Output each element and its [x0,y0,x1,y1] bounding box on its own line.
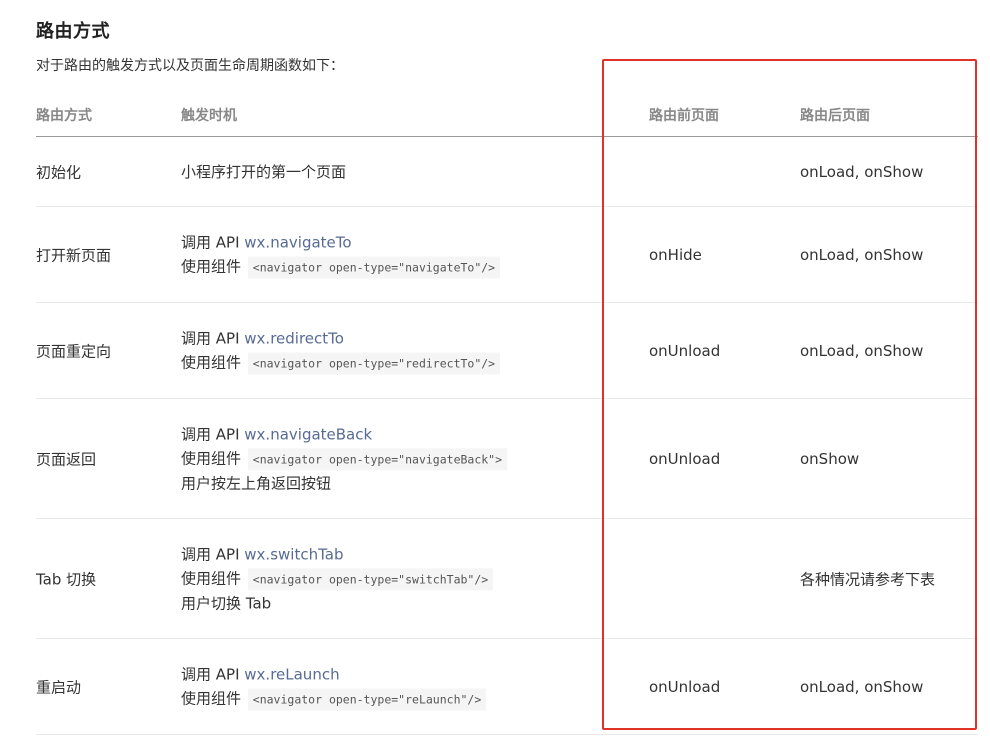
trigger-cell: 调用 API wx.redirectTo 使用组件 <navigator open… [181,326,501,376]
trigger-prefix: 使用组件 [181,353,246,372]
api-link[interactable]: wx.switchTab [244,545,343,563]
trigger-line: 使用组件 <navigator open-type="redirectTo"/> [181,351,501,376]
trigger-cell: 调用 API wx.switchTab 使用组件 <navigator open-… [181,542,494,616]
route-mode-cell: 打开新页面 [36,246,112,264]
trigger-line: 使用组件 <navigator open-type="navigateBack"… [181,446,508,471]
trigger-prefix: 调用 API [181,329,245,347]
trigger-prefix: 调用 API [181,233,245,251]
trigger-line: 使用组件 <navigator open-type="switchTab"/> [181,566,494,591]
after-page-cell: onLoad, onShow [800,341,924,360]
header-trigger: 触发时机 [181,108,237,124]
before-page-cell: onUnload [649,677,721,696]
trigger-prefix: 使用组件 [181,257,246,276]
trigger-prefix: 调用 API [181,665,245,683]
before-page-cell: onUnload [649,449,721,468]
route-mode-cell: Tab 切换 [36,570,97,588]
trigger-line: 调用 API wx.reLaunch [181,662,486,687]
table-row: 初始化 小程序打开的第一个页面 onLoad, onShow [36,137,978,207]
trigger-text: 用户按左上角返回按钮 [181,473,332,492]
table-row: Tab 切换 调用 API wx.switchTab 使用组件 <navigator… [36,519,978,639]
route-mode-cell: 页面重定向 [36,342,112,360]
trigger-line: 用户切换 Tab [181,591,493,616]
trigger-prefix: 调用 API [181,424,245,443]
route-mode-cell: 页面返回 [36,450,97,468]
trigger-line: 调用 API wx.navigateBack [181,422,507,447]
route-mode-cell: 初始化 [36,163,82,181]
trigger-cell: 调用 API wx.navigateBack 使用组件 <navigator op… [181,422,508,496]
component-code: <navigator open-type="redirectTo"/> [247,352,501,374]
before-page-cell: onUnload [649,341,721,360]
after-page-cell: 各种情况请参考下表 [800,570,936,588]
component-code: <navigator open-type="navigateTo"/> [247,256,501,278]
trigger-line: 调用 API wx.switchTab [181,542,493,567]
trigger-prefix: 使用组件 [181,569,246,588]
section-title: 路由方式 [36,21,110,42]
trigger-text: 用户切换 Tab [181,593,272,612]
component-code: <navigator open-type="switchTab"/> [247,567,494,590]
table-header: 路由方式 触发时机 路由前页面 路由后页面 [36,90,978,137]
component-code: <navigator open-type="reLaunch"/> [247,688,487,710]
api-link[interactable]: wx.redirectTo [244,329,344,347]
trigger-line: 调用 API wx.redirectTo [181,326,500,351]
trigger-line: 使用组件 <navigator open-type="reLaunch"/> [181,687,487,712]
trigger-cell: 调用 API wx.navigateTo 使用组件 <navigator open… [181,230,501,280]
trigger-text: 小程序打开的第一个页面 [181,162,347,181]
after-page-cell: onLoad, onShow [800,677,924,696]
header-before-page: 路由前页面 [649,108,719,124]
section-intro: 对于路由的触发方式以及页面生命周期函数如下： [36,58,344,74]
api-link[interactable]: wx.navigateBack [244,425,372,443]
trigger-prefix: 调用 API [181,544,245,563]
component-code: <navigator open-type="navigateBack"> [247,447,508,470]
trigger-cell: 调用 API wx.reLaunch 使用组件 <navigator open-t… [181,662,487,712]
trigger-line: 调用 API wx.navigateTo [181,230,500,255]
after-page-cell: onShow [800,449,860,468]
table-body: 初始化 小程序打开的第一个页面 onLoad, onShow 打开新页面 调用 API … [36,137,978,735]
route-mode-cell: 重启动 [36,678,82,696]
table-row: 页面返回 调用 API wx.navigateBack 使用组件 <navigato… [36,399,978,519]
after-page-cell: onLoad, onShow [800,245,924,264]
table-row: 重启动 调用 API wx.reLaunch 使用组件 <navigator ope… [36,639,978,735]
trigger-line: 使用组件 <navigator open-type="navigateTo"/> [181,255,501,280]
trigger-prefix: 使用组件 [181,449,246,468]
header-route-mode: 路由方式 [36,108,92,124]
table-row: 页面重定向 调用 API wx.redirectTo 使用组件 <navigator… [36,303,978,399]
api-link[interactable]: wx.reLaunch [244,665,339,683]
api-link[interactable]: wx.navigateTo [244,233,351,251]
route-table: 路由方式 触发时机 路由前页面 路由后页面 初始化 小程序打开的第一个页面 onLo… [36,90,978,735]
after-page-cell: onLoad, onShow [800,162,924,181]
table-row: 打开新页面 调用 API wx.navigateTo 使用组件 <navigator… [36,207,978,303]
header-after-page: 路由后页面 [800,108,870,124]
before-page-cell: onHide [649,245,702,264]
trigger-line: 用户按左上角返回按钮 [181,471,507,496]
trigger-line: 小程序打开的第一个页面 [181,159,346,184]
trigger-cell: 小程序打开的第一个页面 [181,159,346,184]
trigger-prefix: 使用组件 [181,689,246,708]
